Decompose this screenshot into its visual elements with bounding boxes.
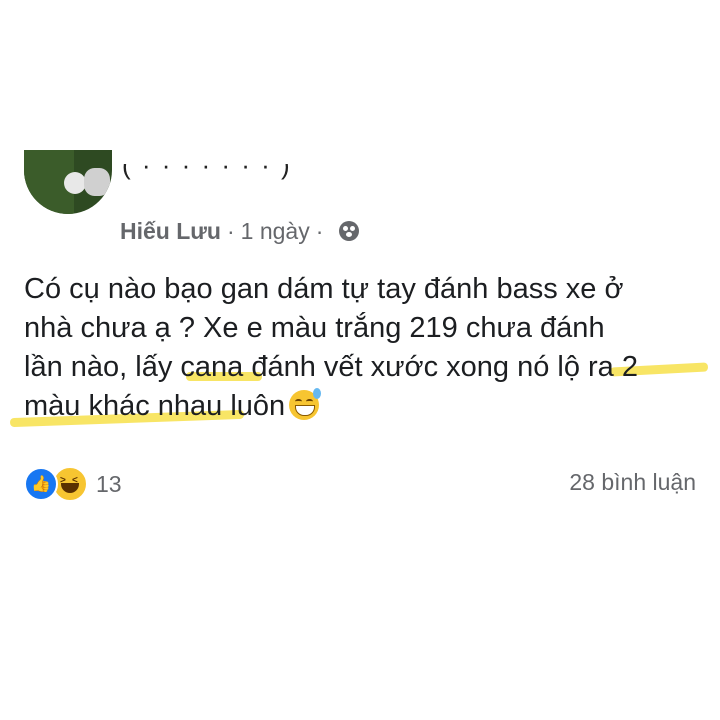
author-avatar[interactable] — [24, 150, 112, 214]
author-name[interactable]: Hiếu Lưu — [120, 218, 221, 245]
post-text-line: màu khác nhau luôn — [24, 390, 286, 422]
grinning-sweat-emoji — [289, 388, 322, 420]
post-body: Có cụ nào bạo gan dám tự tay đánh bass x… — [24, 270, 704, 426]
like-icon: 👍 — [24, 467, 58, 501]
reaction-count: 13 — [96, 470, 122, 497]
post-time[interactable]: 1 ngày — [241, 218, 310, 245]
comments-count[interactable]: 28 bình luận — [569, 469, 696, 496]
cut-off-previous-text: ( · · · · · · · ) — [122, 164, 292, 180]
reactions-summary[interactable]: 👍 > < 13 — [24, 466, 122, 502]
post-text-line: Có cụ nào bạo gan dám tự tay đánh bass x… — [24, 273, 624, 305]
friends-icon[interactable] — [339, 221, 360, 241]
post-text-line: nhà chưa ạ ? Xe e màu trắng 219 chưa đán… — [24, 312, 605, 344]
meta-separator: · — [226, 217, 235, 244]
meta-separator: · — [315, 217, 324, 244]
post-meta: Hiếu Lưu · 1 ngày · — [120, 215, 360, 247]
post-text-line: lần nào, lấy cana đánh vết xước xong nó … — [24, 351, 638, 383]
